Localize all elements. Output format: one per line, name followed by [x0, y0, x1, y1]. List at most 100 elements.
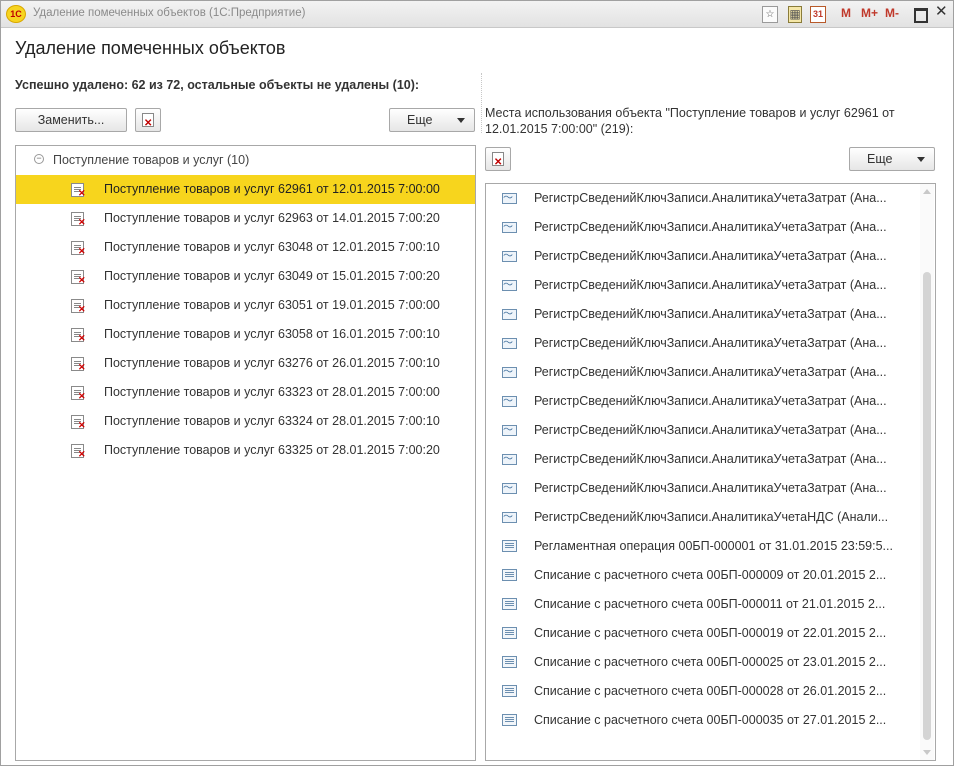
maximize-icon[interactable]	[914, 8, 928, 23]
app-logo-icon[interactable]: 1С	[6, 5, 26, 23]
marked-document-icon	[71, 299, 86, 315]
document-icon	[502, 685, 517, 697]
more-left-label: Еще	[407, 113, 433, 127]
tree-row-label: Поступление товаров и услуг 63323 от 28.…	[104, 385, 440, 399]
list-item[interactable]: Списание с расчетного счета 00БП-000025 …	[486, 648, 916, 677]
delete-icon	[492, 152, 504, 174]
tree-row[interactable]: Поступление товаров и услуг 63323 от 28.…	[16, 378, 475, 407]
document-icon	[502, 569, 517, 581]
scroll-down-icon[interactable]	[923, 750, 931, 755]
panel-divider[interactable]	[481, 73, 482, 133]
favorite-star-icon[interactable]: ☆	[762, 6, 778, 23]
list-item[interactable]: РегистрСведенийКлючЗаписи.АналитикаУчета…	[486, 329, 916, 358]
list-item[interactable]: РегистрСведенийКлючЗаписи.АналитикаУчета…	[486, 445, 916, 474]
undeleted-objects-tree[interactable]: − Поступление товаров и услуг (10) Посту…	[15, 145, 476, 761]
list-item[interactable]: РегистрСведенийКлючЗаписи.АналитикаУчета…	[486, 387, 916, 416]
chevron-down-icon	[457, 118, 465, 123]
register-icon	[502, 508, 517, 523]
more-right-button[interactable]: Еще	[849, 147, 935, 171]
tree-group-row[interactable]: − Поступление товаров и услуг (10)	[16, 146, 475, 174]
more-left-button[interactable]: Еще	[389, 108, 475, 132]
delete-left-button[interactable]	[135, 108, 161, 135]
memory-minus-button[interactable]: M-	[885, 6, 899, 21]
tree-row-label: Поступление товаров и услуг 62961 от 12.…	[104, 182, 440, 196]
tree-row[interactable]: Поступление товаров и услуг 63276 от 26.…	[16, 349, 475, 378]
list-item[interactable]: РегистрСведенийКлючЗаписи.АналитикаУчета…	[486, 213, 916, 242]
calculator-icon[interactable]: ▦	[788, 6, 802, 23]
tree-group-label: Поступление товаров и услуг (10)	[53, 153, 250, 167]
tree-row[interactable]: Поступление товаров и услуг 63058 от 16.…	[16, 320, 475, 349]
tree-row[interactable]: Поступление товаров и услуг 62963 от 14.…	[16, 204, 475, 233]
scroll-up-icon[interactable]	[923, 189, 931, 194]
tree-row[interactable]: Поступление товаров и услуг 62961 от 12.…	[16, 175, 475, 204]
marked-document-icon	[71, 270, 86, 286]
list-item[interactable]: Регламентная операция 00БП-000001 от 31.…	[486, 532, 916, 561]
deletion-summary: Успешно удалено: 62 из 72, остальные объ…	[15, 78, 420, 92]
document-icon	[502, 598, 517, 610]
chevron-down-icon	[917, 157, 925, 162]
tree-row[interactable]: Поступление товаров и услуг 63049 от 15.…	[16, 262, 475, 291]
list-item-label: РегистрСведенийКлючЗаписи.АналитикаУчета…	[534, 191, 887, 205]
window-title: Удаление помеченных объектов (1С:Предпри…	[33, 7, 306, 19]
register-icon	[502, 189, 517, 204]
register-icon	[502, 218, 517, 233]
tree-row-label: Поступление товаров и услуг 63051 от 19.…	[104, 298, 440, 312]
tree-row[interactable]: Поступление товаров и услуг 63048 от 12.…	[16, 233, 475, 262]
list-item-label: Списание с расчетного счета 00БП-000011 …	[534, 597, 886, 611]
marked-document-icon	[71, 357, 86, 373]
list-item-label: РегистрСведенийКлючЗаписи.АналитикаУчета…	[534, 278, 887, 292]
page-title: Удаление помеченных объектов	[15, 38, 286, 58]
collapse-icon[interactable]: −	[34, 154, 44, 164]
close-icon[interactable]: ✕	[935, 4, 948, 19]
marked-document-icon	[71, 183, 86, 199]
tree-row[interactable]: Поступление товаров и услуг 63325 от 28.…	[16, 436, 475, 465]
replace-button[interactable]: Заменить...	[15, 108, 127, 132]
more-right-label: Еще	[867, 152, 893, 166]
list-item-label: РегистрСведенийКлючЗаписи.АналитикаУчета…	[534, 365, 887, 379]
list-item-label: РегистрСведенийКлючЗаписи.АналитикаУчета…	[534, 220, 887, 234]
list-item[interactable]: РегистрСведенийКлючЗаписи.АналитикаУчета…	[486, 184, 916, 213]
memory-button[interactable]: M	[841, 6, 851, 21]
document-icon	[502, 627, 517, 639]
list-item-label: РегистрСведенийКлючЗаписи.АналитикаУчета…	[534, 452, 887, 466]
list-item[interactable]: РегистрСведенийКлючЗаписи.АналитикаУчета…	[486, 416, 916, 445]
list-item[interactable]: РегистрСведенийКлючЗаписи.АналитикаУчета…	[486, 474, 916, 503]
register-icon	[502, 363, 517, 378]
list-item-label: Списание с расчетного счета 00БП-000025 …	[534, 655, 887, 669]
list-item-label: РегистрСведенийКлючЗаписи.АналитикаУчета…	[534, 510, 889, 524]
list-item-label: РегистрСведенийКлючЗаписи.АналитикаУчета…	[534, 336, 887, 350]
register-icon	[502, 247, 517, 262]
list-item-label: Списание с расчетного счета 00БП-000035 …	[534, 713, 887, 727]
scroll-thumb[interactable]	[923, 272, 931, 740]
list-item-label: РегистрСведенийКлючЗаписи.АналитикаУчета…	[534, 481, 887, 495]
list-item[interactable]: Списание с расчетного счета 00БП-000035 …	[486, 706, 916, 735]
list-item[interactable]: Списание с расчетного счета 00БП-000011 …	[486, 590, 916, 619]
vertical-scrollbar[interactable]	[920, 184, 934, 760]
usage-places-list[interactable]: РегистрСведенийКлючЗаписи.АналитикаУчета…	[485, 183, 936, 761]
list-item-label: РегистрСведенийКлючЗаписи.АналитикаУчета…	[534, 423, 887, 437]
marked-document-icon	[71, 241, 86, 257]
list-item[interactable]: Списание с расчетного счета 00БП-000028 …	[486, 677, 916, 706]
list-item-label: Списание с расчетного счета 00БП-000019 …	[534, 626, 887, 640]
register-icon	[502, 276, 517, 291]
register-icon	[502, 421, 517, 436]
list-item[interactable]: Списание с расчетного счета 00БП-000009 …	[486, 561, 916, 590]
list-item[interactable]: РегистрСведенийКлючЗаписи.АналитикаУчета…	[486, 358, 916, 387]
document-icon	[502, 540, 517, 552]
marked-document-icon	[71, 328, 86, 344]
marked-document-icon	[71, 415, 86, 431]
list-item[interactable]: РегистрСведенийКлючЗаписи.АналитикаУчета…	[486, 503, 916, 532]
list-item[interactable]: РегистрСведенийКлючЗаписи.АналитикаУчета…	[486, 300, 916, 329]
memory-plus-button[interactable]: M+	[861, 6, 878, 21]
list-item[interactable]: РегистрСведенийКлючЗаписи.АналитикаУчета…	[486, 271, 916, 300]
usage-caption: Места использования объекта "Поступление…	[485, 106, 895, 136]
tree-row[interactable]: Поступление товаров и услуг 63051 от 19.…	[16, 291, 475, 320]
list-item-label: Списание с расчетного счета 00БП-000028 …	[534, 684, 887, 698]
tree-row[interactable]: Поступление товаров и услуг 63324 от 28.…	[16, 407, 475, 436]
list-item[interactable]: Списание с расчетного счета 00БП-000019 …	[486, 619, 916, 648]
list-item[interactable]: РегистрСведенийКлючЗаписи.АналитикаУчета…	[486, 242, 916, 271]
register-icon	[502, 334, 517, 349]
delete-right-button[interactable]	[485, 147, 511, 174]
tree-row-label: Поступление товаров и услуг 63049 от 15.…	[104, 269, 440, 283]
calendar-icon[interactable]: 31	[810, 6, 826, 23]
